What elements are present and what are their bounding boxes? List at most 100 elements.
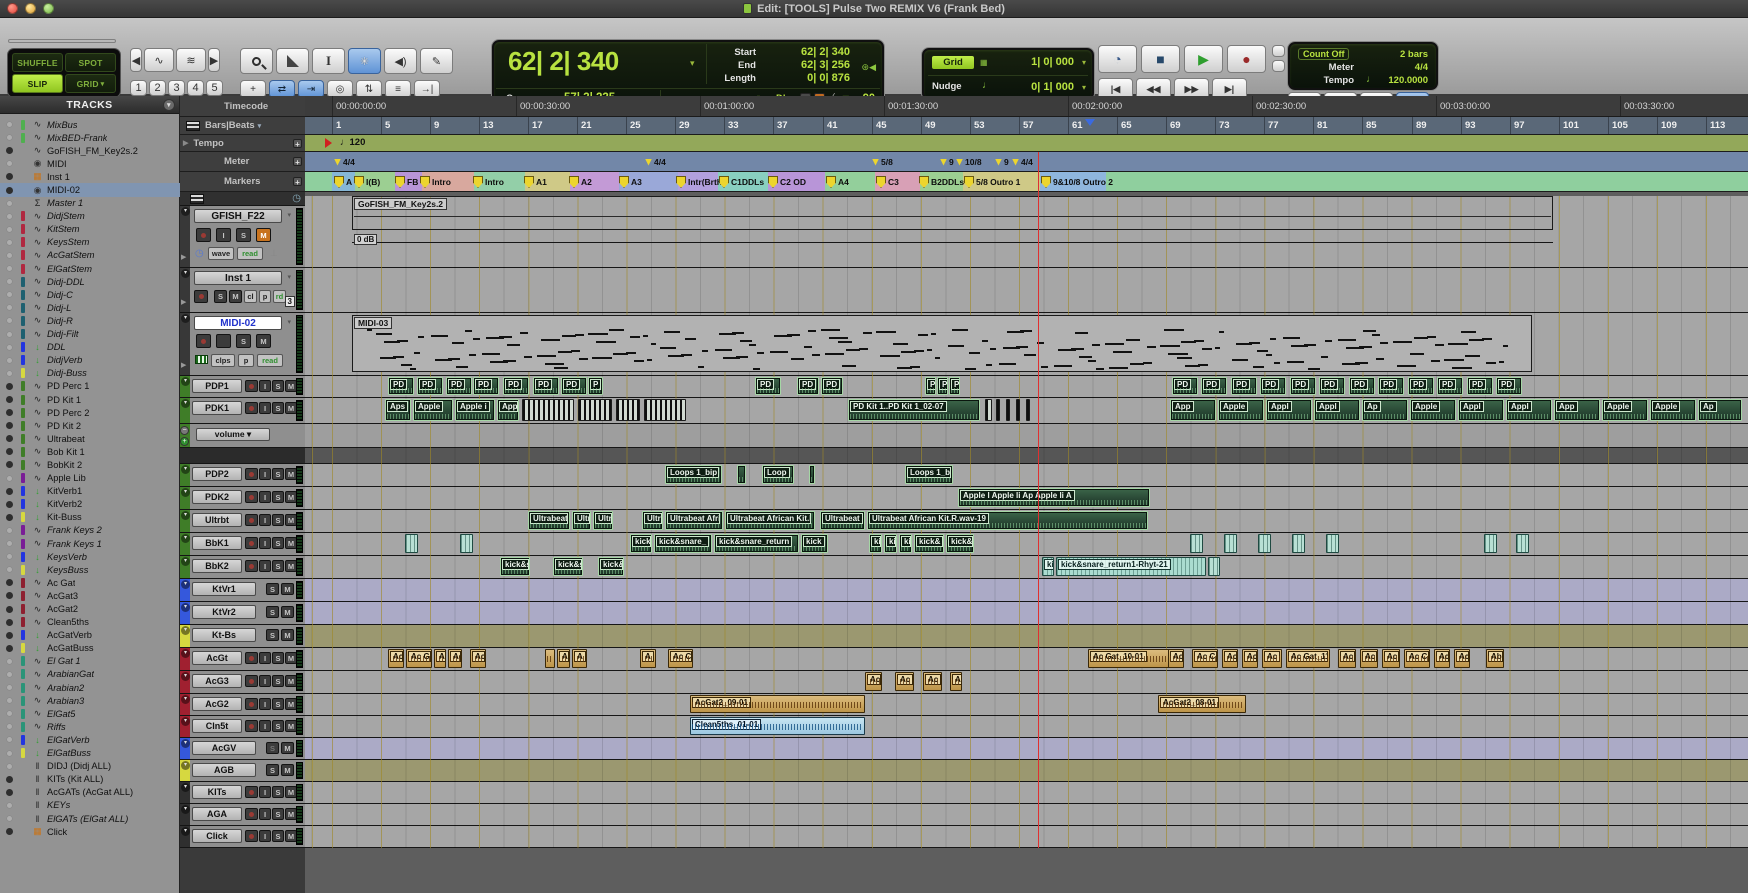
clip[interactable]: A: [557, 649, 570, 668]
sidebar-track-row[interactable]: ∿El Gat 1: [0, 655, 180, 668]
track-show-dot[interactable]: [6, 422, 13, 429]
transport-mini-a-button[interactable]: [1272, 45, 1285, 57]
track-name-button[interactable]: BbK2: [192, 559, 242, 573]
input-monitor-button[interactable]: I: [259, 830, 271, 842]
automation-mode-button[interactable]: read: [237, 247, 263, 260]
clip[interactable]: Pi: [949, 377, 960, 395]
collapse-track-button[interactable]: ▾: [181, 827, 190, 836]
volume-view-button[interactable]: volume ▾: [196, 428, 270, 441]
sidebar-track-row[interactable]: ∿KeysStem: [0, 236, 180, 249]
record-enable-button[interactable]: [245, 514, 258, 526]
sidebar-track-row[interactable]: ↓ElGatBuss: [0, 747, 180, 760]
track-lane-AcGt[interactable]: AcAc GAAcAcAAAAc CAc Gat_10-01Ac IAc CAc…: [305, 648, 1748, 671]
clip[interactable]: Appl: [1266, 399, 1312, 421]
solo-button[interactable]: S: [272, 491, 284, 503]
track-show-dot[interactable]: [6, 213, 13, 220]
input-monitor-button[interactable]: I: [259, 402, 271, 414]
record-enable-button[interactable]: [194, 290, 208, 303]
meter-ruler-label[interactable]: Meter+: [180, 152, 305, 172]
clip[interactable]: [809, 465, 815, 484]
clip[interactable]: AcGat2_08-01: [1158, 695, 1246, 713]
transport-mini-b-button[interactable]: [1272, 60, 1285, 72]
tempo-event-label[interactable]: ♩120: [340, 137, 365, 148]
mute-button[interactable]: M: [281, 583, 294, 595]
sidebar-track-row[interactable]: ∿Riffs: [0, 720, 180, 733]
track-view-icon[interactable]: [190, 194, 204, 204]
input-monitor-button[interactable]: I: [259, 698, 271, 710]
clip[interactable]: ki: [869, 534, 882, 553]
clip[interactable]: PD: [1378, 377, 1404, 395]
timecode-ruler[interactable]: 00:00:00:0000:00:30:0000:01:00:0000:01:3…: [305, 96, 1748, 117]
collapse-track-button[interactable]: ▾: [181, 603, 190, 612]
marker-flag[interactable]: Intro: [420, 176, 451, 188]
add-event-button[interactable]: +: [293, 139, 302, 148]
clip[interactable]: [1258, 534, 1271, 553]
clip[interactable]: [996, 399, 1000, 421]
waveform-view-button[interactable]: wave: [208, 247, 234, 260]
track-name-button[interactable]: PDK2: [192, 490, 242, 504]
selection-end-value[interactable]: 62| 3| 256: [760, 59, 850, 71]
track-lane-volume[interactable]: [305, 424, 1748, 448]
sidebar-track-row[interactable]: ∿Didj-C: [0, 288, 180, 301]
clip[interactable]: Ultrabeat: [528, 511, 570, 530]
track-show-dot[interactable]: [6, 344, 13, 351]
solo-button[interactable]: S: [272, 808, 284, 820]
sidebar-track-row[interactable]: ∿KitStem: [0, 223, 180, 236]
record-enable-button[interactable]: [245, 675, 258, 687]
sidebar-track-row[interactable]: ∿Ultrabeat: [0, 432, 180, 445]
track-lane-PDP1[interactable]: PDPDPDPDPDPDPDPPDPDPDPiPiPiPDPDPDPDPDPDP…: [305, 376, 1748, 398]
solo-button[interactable]: S: [272, 468, 284, 480]
meter-event[interactable]: 9: [995, 157, 1009, 167]
collapse-track-button[interactable]: ▾: [181, 783, 190, 792]
clip[interactable]: Loops 1_bip: [665, 465, 722, 484]
track-show-dot[interactable]: [6, 265, 13, 272]
sidebar-track-row[interactable]: ∿GoFISH_FM_Key2s.2: [0, 144, 180, 157]
clip[interactable]: Loops 1_b: [905, 465, 953, 484]
clip[interactable]: Apple: [1650, 399, 1696, 421]
clip[interactable]: kick: [630, 534, 652, 553]
slip-mode-button[interactable]: SLIP: [12, 74, 63, 93]
solo-button[interactable]: S: [266, 606, 279, 618]
track-name-button[interactable]: AcGt: [192, 651, 242, 665]
clip[interactable]: kick&snare_return: [714, 534, 799, 553]
mute-button[interactable]: M: [281, 606, 294, 618]
sidebar-track-row[interactable]: ∿Arabian2: [0, 681, 180, 694]
add-event-button[interactable]: +: [293, 157, 302, 166]
clip[interactable]: [460, 534, 473, 553]
track-name-button[interactable]: MIDI-02: [194, 316, 282, 330]
clip[interactable]: kick&: [946, 534, 974, 553]
track-show-dot[interactable]: [6, 540, 13, 547]
clip[interactable]: Ac: [470, 649, 486, 668]
sidebar-track-row[interactable]: ∿Apple Lib: [0, 472, 180, 485]
track-show-dot[interactable]: [6, 514, 13, 521]
track-show-dot[interactable]: [6, 802, 13, 809]
marker-flag[interactable]: C2 OD: [768, 176, 806, 188]
track-show-dot[interactable]: [6, 671, 13, 678]
track-lane-AGA[interactable]: [305, 804, 1748, 826]
clip[interactable]: [1006, 399, 1010, 421]
collapse-track-button[interactable]: ▾: [181, 557, 190, 566]
record-enable-button[interactable]: [245, 537, 258, 549]
grid-mode-button[interactable]: GRID▾: [65, 74, 116, 93]
markers-ruler[interactable]: AI(B)FBIntroIntroA1A2A3Intr(Brth)C1DDLsC…: [305, 172, 1748, 192]
clip[interactable]: Ultrabeat African Kit.R.wav-19: [867, 511, 1148, 530]
sidebar-track-row[interactable]: ΣMaster 1: [0, 197, 180, 210]
mute-button[interactable]: M: [256, 334, 271, 348]
timebase-clock-icon[interactable]: ◷: [195, 248, 204, 259]
solo-button[interactable]: S: [266, 583, 279, 595]
sidebar-track-row[interactable]: ∿ElGatStem: [0, 262, 180, 275]
clip[interactable]: [1484, 534, 1497, 553]
clip[interactable]: Ap: [1698, 399, 1742, 421]
track-show-dot[interactable]: [6, 461, 13, 468]
grid-value[interactable]: 1| 0| 000: [1031, 56, 1074, 68]
record-button[interactable]: ●: [1227, 45, 1266, 73]
clip[interactable]: A: [572, 649, 587, 668]
track-name-button[interactable]: AcG3: [192, 674, 242, 688]
sidebar-track-row[interactable]: ∿ArabianGat: [0, 668, 180, 681]
clip[interactable]: ki: [899, 534, 912, 553]
track-name-button[interactable]: PDP2: [192, 467, 242, 481]
track-name-button[interactable]: GFISH_F22: [194, 209, 282, 223]
clip[interactable]: Ac: [448, 649, 462, 668]
track-show-dot[interactable]: [6, 448, 13, 455]
meter-value[interactable]: 4/4: [1415, 62, 1428, 73]
